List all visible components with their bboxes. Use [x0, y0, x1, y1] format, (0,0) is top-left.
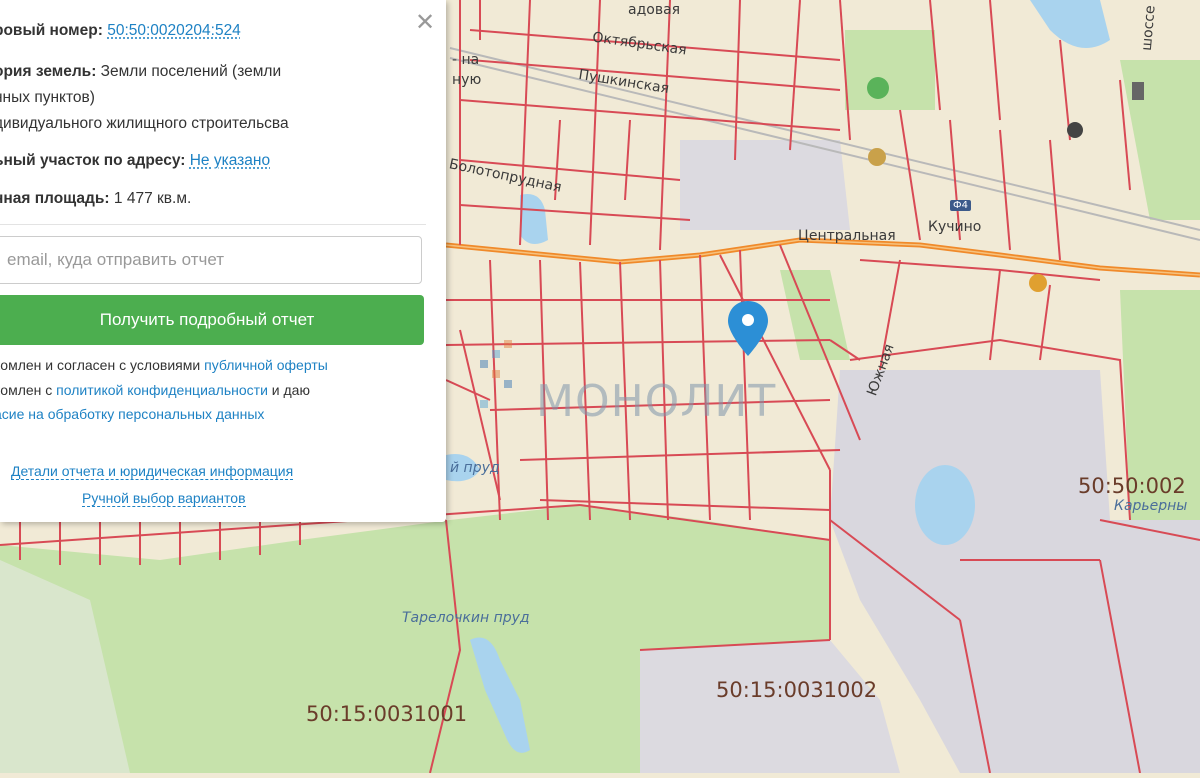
report-details-link[interactable]: Детали отчета и юридическая информация: [11, 463, 293, 480]
parcel-info-panel: ✕ ровый номер: 50:50:0020204:524 ория зе…: [0, 0, 446, 522]
industrial-zone-north: [680, 140, 850, 230]
land-category-value: Земли поселений (земли: [101, 63, 281, 80]
land-category-value-line2: нных пунктов): [0, 89, 95, 107]
area-label: нная площадь:: [0, 190, 110, 207]
cadastral-number-link[interactable]: 50:50:0020204:524: [107, 22, 241, 39]
cadastral-number-row: ровый номер: 50:50:0020204:524: [0, 22, 241, 40]
cadastral-quarter-label: 50:15:0031002: [716, 678, 877, 702]
street-label-fragment-na: - на: [452, 52, 479, 68]
address-link[interactable]: Не указано: [190, 152, 270, 169]
offer-agreement-text: комлен и согласен с условиями публичной …: [0, 357, 328, 373]
street-label-fragment-nu: ную: [452, 72, 481, 88]
public-offer-link[interactable]: публичной оферты: [204, 357, 328, 373]
water-label-tarelochkin: Тарелочкин пруд: [402, 610, 530, 626]
land-category-row: ория земель: Земли поселений (земли: [0, 63, 281, 81]
water-label-prud: й пруд: [450, 460, 500, 476]
area-value: 1 477 кв.м.: [114, 190, 191, 207]
privacy-policy-link[interactable]: политикой конфиденциальности: [56, 382, 268, 398]
personal-data-consent-link[interactable]: асие на обработку персональных данных: [0, 406, 264, 422]
privacy-agreement-tail: и даю: [268, 382, 310, 398]
water-pond-karier: [915, 465, 975, 545]
land-category-label: ория земель:: [0, 63, 96, 80]
street-label-sadovaya: адовая: [628, 2, 680, 18]
offer-agreement-prefix: комлен и согласен с условиями: [0, 357, 204, 373]
address-label: ьный участок по адресу:: [0, 152, 185, 169]
metro-icon: [1067, 122, 1083, 138]
street-label-centralnaya: Центральная: [798, 228, 896, 244]
address-row: ьный участок по адресу: Не указано: [0, 152, 270, 170]
forest-area-park: [845, 30, 935, 110]
manual-selection-link[interactable]: Ручной выбор вариантов: [82, 490, 246, 507]
email-input[interactable]: [0, 236, 422, 284]
road-badge: Ф4: [950, 200, 971, 211]
consent-text: асие на обработку персональных данных: [0, 406, 264, 422]
permitted-use-value: дивидуального жилищного строительсва: [0, 115, 289, 133]
monument-icon: [1132, 82, 1144, 100]
watermark-text: МОНОЛИТ: [536, 376, 776, 427]
close-icon[interactable]: ✕: [413, 10, 437, 34]
park-tree-icon: [867, 77, 889, 99]
watermark: МОНОЛИТ: [398, 326, 818, 436]
theatre-icon: [1029, 274, 1047, 292]
area-row: нная площадь: 1 477 кв.м.: [0, 190, 191, 208]
water-label-karernyi: Карьерны: [1114, 498, 1187, 514]
museum-icon: [868, 148, 886, 166]
cadastral-quarter-label: 50:50:002: [1078, 474, 1186, 498]
divider: [0, 224, 426, 225]
cadastral-number-label: ровый номер:: [0, 22, 103, 39]
privacy-agreement-text: комлен с политикой конфиденциальности и …: [0, 382, 310, 398]
privacy-agreement-prefix: комлен с: [0, 382, 56, 398]
cadastral-quarter-label: 50:15:0031001: [306, 702, 467, 726]
get-report-button[interactable]: Получить подробный отчет: [0, 295, 424, 345]
locality-label-kuchino: Кучино: [928, 219, 981, 235]
